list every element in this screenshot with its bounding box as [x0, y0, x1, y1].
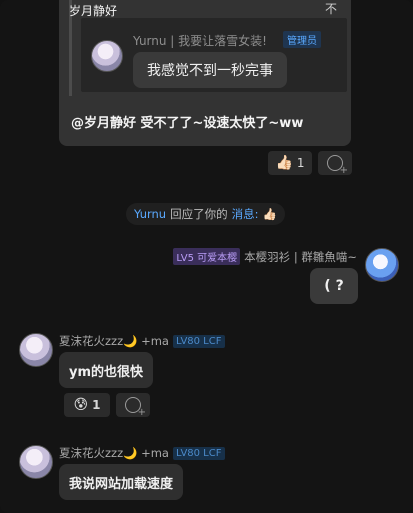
level-badge: LV5 可爱本樱 [173, 248, 241, 265]
avatar[interactable] [365, 248, 399, 282]
avatar[interactable] [19, 445, 53, 479]
author-name[interactable]: 夏沫花火zzz🌙 +ma [59, 333, 169, 349]
avatar[interactable] [91, 40, 123, 72]
level-badge: LV80 LCF [172, 334, 225, 348]
quoted-message-card[interactable]: 岁月静好 不 Yurnu | 我要让落雪女装! 管理员 我感觉不到一秒完事 @岁… [59, 0, 351, 146]
add-emoji-icon [125, 397, 146, 418]
thumbs-up-icon: 👍🏻 [275, 155, 293, 171]
notice-user[interactable]: Yurnu [134, 207, 166, 221]
add-reaction-button[interactable] [116, 393, 150, 418]
message-bubble[interactable]: ym的也很快 [59, 352, 154, 388]
level-badge: LV80 LCF [172, 446, 225, 460]
notice-target-link[interactable]: 消息: [232, 206, 259, 222]
reaction-thumbs-up[interactable]: 👍🏻 1 [268, 151, 312, 175]
message-bubble[interactable]: 我说网站加载速度 [59, 464, 184, 500]
nested-message-bubble: 我感觉不到一秒完事 [133, 52, 287, 88]
nested-author-name: Yurnu | 我要让落雪女装! [133, 34, 267, 48]
message-bubble[interactable]: ( ? [310, 268, 358, 304]
admin-badge: 管理员 [283, 31, 321, 48]
anxious-face-icon: 😰 [73, 397, 89, 413]
notice-action: 回应了你的 [170, 207, 228, 221]
add-emoji-icon [327, 155, 348, 176]
pin-icon: 不 [325, 2, 338, 16]
reaction-count: 1 [296, 156, 305, 170]
message-meta: 夏沫花火zzz🌙 +ma LV80 LCF [59, 445, 225, 461]
message-meta: LV5 可爱本樱 本樱羽衫 | 群雛魚喵~ [173, 248, 357, 265]
author-name[interactable]: 本樱羽衫 | 群雛魚喵~ [244, 249, 357, 265]
author-name[interactable]: 夏沫花火zzz🌙 +ma [59, 445, 169, 461]
reaction-notice: Yurnu 回应了你的 消息: 👍🏻 [126, 203, 285, 225]
thumbs-up-icon: 👍🏻 [262, 207, 277, 221]
message-meta: 夏沫花火zzz🌙 +ma LV80 LCF [59, 333, 225, 349]
quote-header-name: 岁月静好 [69, 4, 118, 18]
chat-window: 岁月静好 不 Yurnu | 我要让落雪女装! 管理员 我感觉不到一秒完事 @岁… [0, 0, 413, 513]
reaction-count: 1 [92, 398, 101, 412]
message-text: @岁月静好 受不了了~设速太快了~ww [71, 116, 304, 131]
reaction-anxious[interactable]: 😰 1 [64, 393, 110, 417]
avatar[interactable] [19, 333, 53, 367]
add-reaction-button[interactable] [318, 151, 352, 176]
